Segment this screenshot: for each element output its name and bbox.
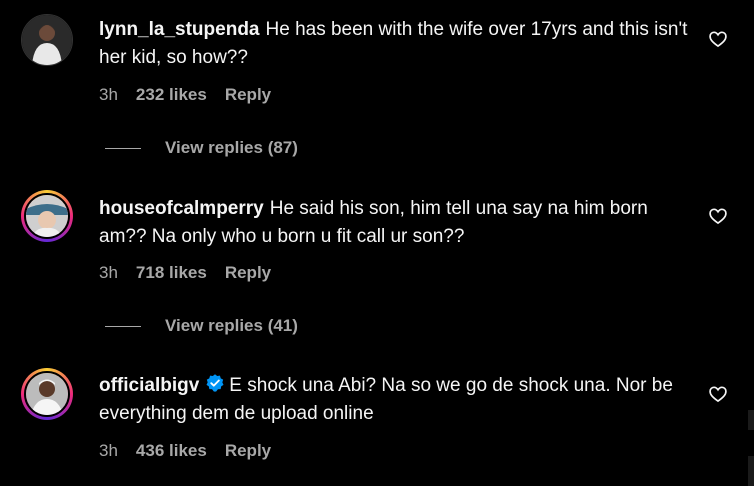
divider-line xyxy=(105,325,141,327)
avatar-image xyxy=(26,195,68,237)
avatar[interactable] xyxy=(21,190,73,242)
avatar[interactable] xyxy=(21,368,73,420)
avatar-image-frame xyxy=(24,193,70,239)
scrollbar-track[interactable] xyxy=(748,456,754,486)
view-replies-label: View replies (87) xyxy=(165,138,298,157)
comment-time: 3h xyxy=(99,263,118,282)
avatar-image xyxy=(22,15,72,65)
reply-button[interactable]: Reply xyxy=(225,263,271,283)
comment-time: 3h xyxy=(99,441,118,460)
verified-badge-icon xyxy=(206,374,224,392)
comment-time: 3h xyxy=(99,85,118,104)
reply-button[interactable]: Reply xyxy=(225,85,271,105)
comment-username[interactable]: lynn_la_stupenda xyxy=(99,19,260,40)
view-replies-label: View replies (41) xyxy=(165,316,298,335)
heart-outline-icon[interactable] xyxy=(708,206,728,226)
divider-line xyxy=(105,147,141,149)
view-replies-button[interactable]: View replies (87) xyxy=(105,138,298,158)
reply-button[interactable]: Reply xyxy=(225,441,271,461)
comment-text: houseofcalmperry He said his son, him tel… xyxy=(99,195,689,251)
comment-meta: 3h 436 likes Reply xyxy=(99,441,271,461)
comment-likes[interactable]: 436 likes xyxy=(136,441,207,461)
comment-meta: 3h 718 likes Reply xyxy=(99,263,271,283)
comment-username[interactable]: officialbigv xyxy=(99,375,199,396)
comment-meta: 3h 232 likes Reply xyxy=(99,85,271,105)
heart-outline-icon[interactable] xyxy=(708,29,728,49)
avatar-image-frame xyxy=(24,371,70,417)
comment-likes[interactable]: 232 likes xyxy=(136,85,207,105)
scrollbar-track[interactable] xyxy=(748,410,754,430)
heart-outline-icon[interactable] xyxy=(708,384,728,404)
view-replies-button[interactable]: View replies (41) xyxy=(105,316,298,336)
comment-likes[interactable]: 718 likes xyxy=(136,263,207,283)
avatar[interactable] xyxy=(21,14,73,66)
comment-text: lynn_la_stupenda He has been with the wif… xyxy=(99,16,689,72)
avatar-image xyxy=(26,373,68,415)
comment-text: officialbigv E shock una Abi? Na so we go… xyxy=(99,372,689,428)
comment-username[interactable]: houseofcalmperry xyxy=(99,198,264,219)
